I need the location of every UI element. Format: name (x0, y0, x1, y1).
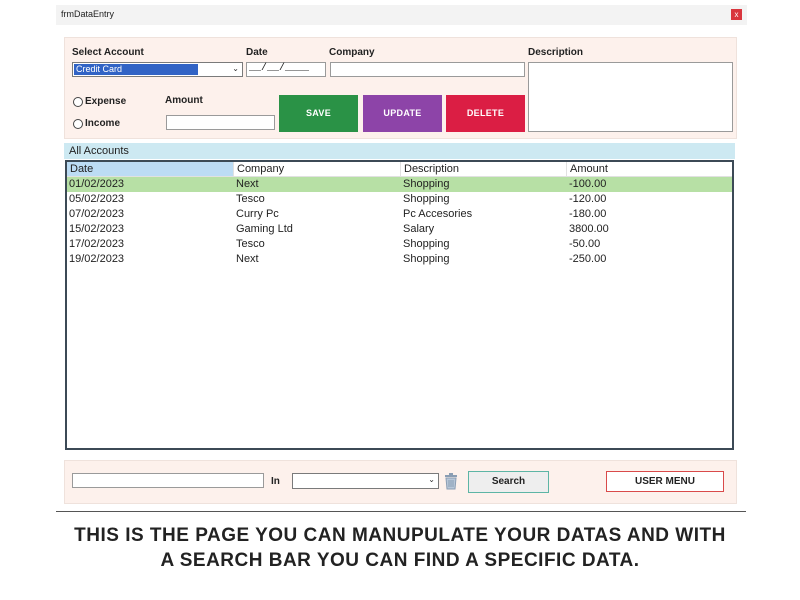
expense-radio[interactable] (73, 97, 83, 107)
divider (56, 511, 746, 512)
cell-amount: -50.00 (569, 238, 601, 250)
table-row[interactable]: 07/02/2023 Curry Pc Pc Accesories -180.0… (67, 207, 732, 222)
accounts-grid[interactable]: Date Company Description Amount 01/02/20… (65, 160, 734, 450)
select-account-label: Select Account (72, 47, 144, 58)
cell-amount: -100.00 (569, 178, 607, 190)
delete-button[interactable]: DELETE (446, 95, 525, 132)
cell-company: Gaming Ltd (236, 223, 293, 235)
company-field[interactable] (330, 62, 525, 77)
cell-company: Next (236, 178, 259, 190)
date-field[interactable]: __/__/____ (246, 62, 326, 77)
caption-line-2: A SEARCH BAR YOU CAN FIND A SPECIFIC DAT… (160, 550, 640, 571)
cell-amount: -120.00 (569, 193, 607, 205)
cell-date: 05/02/2023 (69, 193, 125, 205)
window-title: frmDataEntry (61, 9, 115, 19)
cell-date: 15/02/2023 (69, 223, 125, 235)
table-row[interactable]: 01/02/2023 Next Shopping -100.00 (67, 177, 732, 192)
cell-amount: -250.00 (569, 253, 607, 265)
trash-icon[interactable] (443, 472, 459, 490)
save-button[interactable]: SAVE (279, 95, 358, 132)
title-bar: frmDataEntry x (56, 5, 747, 25)
search-in-label: In (271, 476, 280, 487)
chevron-down-icon: ⌄ (428, 475, 435, 484)
date-mask-text: __/__/____ (249, 63, 310, 74)
cell-date: 07/02/2023 (69, 208, 125, 220)
table-row[interactable]: 15/02/2023 Gaming Ltd Salary 3800.00 (67, 222, 732, 237)
column-header-amount[interactable]: Amount (567, 162, 732, 177)
cell-date: 17/02/2023 (69, 238, 125, 250)
caption-line-1: THIS IS THE PAGE YOU CAN MANUPULATE YOUR… (74, 525, 726, 546)
column-header-date[interactable]: Date (67, 162, 234, 177)
search-button[interactable]: Search (468, 471, 549, 493)
all-accounts-header: All Accounts (64, 143, 735, 159)
cell-date: 19/02/2023 (69, 253, 125, 265)
income-radio[interactable] (73, 119, 83, 129)
cell-description: Shopping (403, 238, 450, 250)
cell-company: Curry Pc (236, 208, 279, 220)
cell-amount: -180.00 (569, 208, 607, 220)
cell-date: 01/02/2023 (69, 178, 125, 190)
user-menu-button[interactable]: USER MENU (606, 471, 724, 492)
table-row[interactable]: 19/02/2023 Next Shopping -250.00 (67, 252, 732, 267)
description-label: Description (528, 47, 584, 58)
search-input[interactable] (72, 473, 264, 488)
data-entry-window: frmDataEntry x Select Account Credit Car… (56, 5, 747, 509)
column-header-company[interactable]: Company (234, 162, 401, 177)
cell-amount: 3800.00 (569, 223, 609, 235)
account-selected-value: Credit Card (74, 64, 198, 75)
company-label: Company (329, 47, 375, 58)
income-label: Income (85, 118, 121, 129)
all-accounts-title: All Accounts (69, 145, 129, 157)
cell-company: Tesco (236, 193, 265, 205)
cell-description: Salary (403, 223, 435, 235)
table-row[interactable]: 17/02/2023 Tesco Shopping -50.00 (67, 237, 732, 252)
amount-field[interactable] (166, 115, 275, 130)
amount-label: Amount (165, 95, 203, 106)
description-field[interactable] (528, 62, 733, 132)
cell-description: Shopping (403, 178, 450, 190)
chevron-down-icon: ⌄ (232, 64, 239, 73)
update-button[interactable]: UPDATE (363, 95, 442, 132)
caption: THIS IS THE PAGE YOU CAN MANUPULATE YOUR… (0, 523, 800, 573)
cell-description: Shopping (403, 253, 450, 265)
cell-description: Shopping (403, 193, 450, 205)
cell-company: Next (236, 253, 259, 265)
table-row[interactable]: 05/02/2023 Tesco Shopping -120.00 (67, 192, 732, 207)
search-field-dropdown[interactable]: ⌄ (292, 473, 439, 489)
date-label: Date (246, 47, 268, 58)
account-dropdown[interactable]: Credit Card ⌄ (72, 62, 243, 77)
close-button[interactable]: x (731, 9, 742, 20)
cell-description: Pc Accesories (403, 208, 473, 220)
expense-label: Expense (85, 96, 127, 107)
column-header-description[interactable]: Description (401, 162, 567, 177)
cell-company: Tesco (236, 238, 265, 250)
